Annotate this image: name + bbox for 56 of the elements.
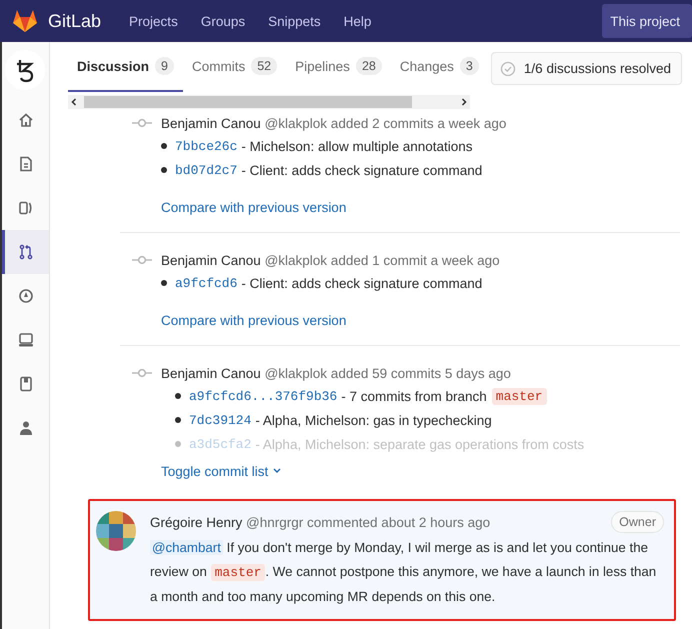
commit-sha-link[interactable]: 7bbce26c — [175, 138, 238, 154]
commit-message: - Alpha, Michelson: separate gas operations from costs — [255, 436, 584, 452]
bullet-icon — [161, 143, 167, 149]
home-icon — [18, 112, 34, 128]
commit-message: - Alpha, Michelson: gas in typechecking — [255, 412, 492, 428]
commit-message: - Michelson: allow multiple annotations — [241, 138, 473, 154]
tab[interactable]: Changes 3 — [390, 42, 488, 92]
tab[interactable]: Pipelines 28 — [286, 42, 391, 92]
bullet-icon — [161, 280, 167, 286]
brand-name[interactable]: GitLab — [48, 10, 102, 32]
commit-message: - Client: adds check signature command — [241, 276, 482, 290]
nav-link[interactable]: Snippets — [268, 14, 321, 28]
person-icon — [18, 420, 34, 436]
commit-sha-link[interactable]: a9fcfcd6 — [175, 276, 238, 290]
event-header: Benjamin Canou @klakplok added 1 commit a week ago — [161, 252, 500, 268]
branch-label: master — [492, 388, 547, 404]
compare-link[interactable]: Compare with previous version — [161, 309, 346, 331]
tab[interactable]: Commits 52 — [182, 42, 286, 92]
commit-sha-link[interactable]: a9fcfcd6...376f9b36 — [189, 388, 338, 404]
commit-message: - 7 commits from branch — [341, 388, 487, 404]
count-label: 28 — [356, 57, 382, 75]
monitor-icon — [18, 332, 34, 348]
document-icon — [18, 156, 34, 172]
nav-link[interactable]: Help — [344, 14, 372, 28]
sidebar-item[interactable] — [2, 230, 49, 274]
comment-header: Grégoire Henry @hnrgrgr commented about 2 hours ago — [150, 514, 492, 530]
merge-request-icon — [18, 244, 34, 260]
nav-link[interactable]: Groups — [200, 14, 246, 28]
commit-sha-link[interactable]: 7dc39124 — [189, 412, 252, 428]
comment-body: @chambart If you don't merge by Monday, I wil merge as is and let you continue the review on master . We cannot postpone this anymore, we have a launch in less than a month and too many upcoming MR depends on this one. — [150, 539, 658, 606]
scroll-bar[interactable] — [68, 95, 470, 109]
compare-link[interactable]: Compare with previous version — [161, 196, 346, 218]
check-circle-icon — [500, 60, 516, 76]
mention-link[interactable]: @chambart — [150, 540, 223, 555]
commit-icon — [132, 118, 152, 128]
commit-message: - Client: adds check signature command — [241, 162, 482, 178]
resolved-button[interactable]: 1/6 discussions resolved — [490, 52, 682, 85]
event-header: Benjamin Canou @klakplok added 2 commits a week ago — [161, 116, 506, 130]
count-label: 9 — [155, 57, 174, 75]
fox-logo-icon[interactable] — [12, 9, 38, 33]
bullet-icon — [175, 393, 181, 399]
role-label: Owner — [611, 511, 664, 533]
count-label: 52 — [251, 57, 278, 75]
commit-sha-link[interactable]: bd07d2c7 — [175, 162, 238, 178]
event-header: Benjamin Canou @klakplok added 59 commits 5 days ago — [161, 366, 511, 380]
bullet-icon — [161, 167, 167, 173]
nav-link[interactable]: Projects — [129, 14, 178, 28]
commit-icon — [132, 368, 152, 378]
bullet-icon — [175, 417, 181, 423]
tab[interactable]: Discussion 9 — [68, 42, 183, 92]
bullet-icon — [175, 441, 181, 447]
project-button[interactable]: This project — [602, 4, 692, 38]
book-icon — [18, 376, 34, 392]
count-label: 3 — [460, 57, 479, 75]
commit-icon — [132, 255, 152, 265]
toggle-link[interactable]: Toggle commit list — [161, 460, 284, 482]
